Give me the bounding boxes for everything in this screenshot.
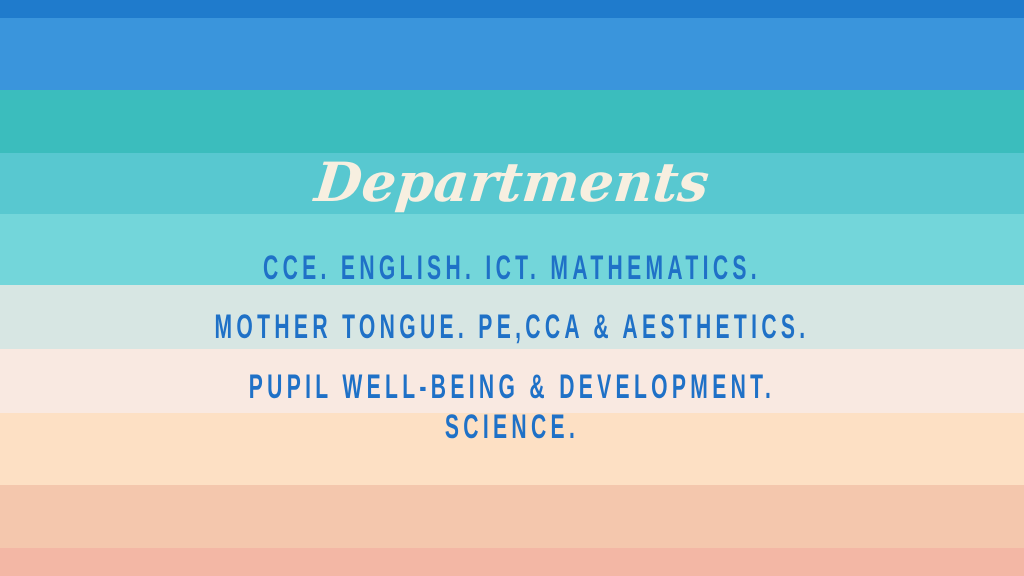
department-line-3: PUPIL WELL-BEING & DEVELOPMENT. SCIENCE. xyxy=(248,368,776,446)
department-line-2: MOTHER TONGUE. PE,CCA & AESTHETICS. xyxy=(214,308,810,346)
department-line-1: CCE. ENGLISH. ICT. MATHEMATICS. xyxy=(263,249,761,287)
stripe-9 xyxy=(0,485,1024,548)
slide-canvas: Departments CCE. ENGLISH. ICT. MATHEMATI… xyxy=(0,0,1024,576)
stripe-10 xyxy=(0,548,1024,576)
stripe-2 xyxy=(0,18,1024,90)
stripe-1 xyxy=(0,0,1024,18)
slide-title: Departments xyxy=(311,150,713,214)
